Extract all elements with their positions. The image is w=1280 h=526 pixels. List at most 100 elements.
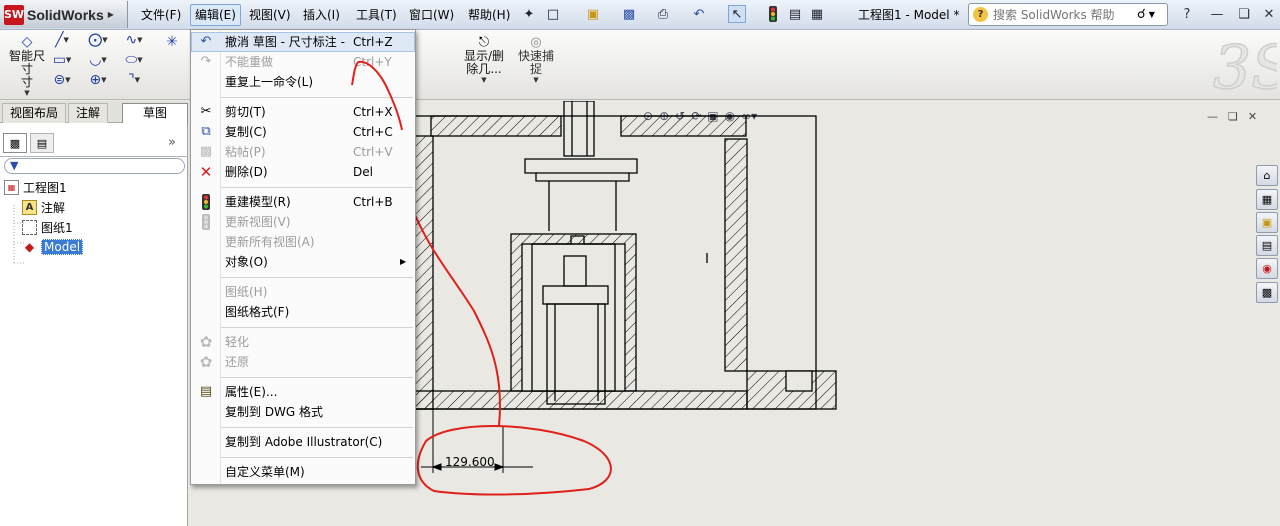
update-view-icon	[198, 214, 214, 230]
minimize-icon[interactable]: —	[1205, 4, 1229, 24]
tab-sketch[interactable]: 草图	[122, 103, 188, 123]
design-library-icon[interactable]: ▦	[1256, 189, 1278, 210]
svg-text:3S: 3S	[1213, 34, 1277, 96]
menu-item-copy-illustrator[interactable]: 复制到 Adobe Illustrator(C)	[191, 432, 415, 452]
view-palette-icon[interactable]: ▤	[1256, 235, 1278, 256]
menu-tools[interactable]: 工具(T)	[352, 4, 401, 26]
menu-item-object[interactable]: 对象(O) ▶	[191, 252, 415, 272]
menu-item-cut[interactable]: ✂ 剪切(T) Ctrl+X	[191, 102, 415, 122]
copy-icon: ⧉	[201, 124, 211, 139]
drawing-icon: ▦	[4, 179, 19, 195]
tree-item-model[interactable]: ◆ Model	[4, 238, 184, 256]
tree-label-annotations: 注解	[41, 200, 66, 215]
quick-snaps-button[interactable]: ◎ 快速捕 捉 ▼	[516, 35, 556, 84]
menu-insert[interactable]: 插入(I)	[299, 4, 344, 26]
menu-file[interactable]: 文件(F)	[137, 4, 185, 26]
menu-item-update-all-views[interactable]: 更新所有视图(A)	[191, 232, 415, 252]
property-manager-tab-icon[interactable]: ▤	[30, 133, 54, 153]
new-document-icon[interactable]: □	[544, 5, 562, 23]
menu-item-redo[interactable]: ↷ 不能重做 Ctrl+Y	[191, 52, 415, 72]
menu-view[interactable]: 视图(V)	[245, 4, 295, 26]
line-icon[interactable]: ╱ ▼	[52, 32, 72, 48]
menu-item-delete[interactable]: ✕ 删除(D) Del	[191, 162, 415, 182]
smart-dimension-button[interactable]: ◇ 智能尺寸 寸 ▼	[8, 34, 46, 97]
undo-shortcut: Ctrl+Z	[353, 35, 393, 49]
menu-item-sheet-format[interactable]: 图纸格式(F)	[191, 302, 415, 322]
point-icon[interactable]: ✳	[162, 34, 182, 50]
smart-dimension-label: 智能尺寸	[8, 49, 45, 76]
properties-icon: ▤	[199, 384, 213, 399]
help-search-box[interactable]: ? ☌ ▼	[968, 3, 1168, 26]
open-folder-icon[interactable]: ▣	[584, 5, 602, 23]
rebuild-traffic-light-icon[interactable]	[764, 5, 782, 23]
tab-annotation[interactable]: 注解	[68, 103, 109, 123]
tree-item-drawing[interactable]: ▦ 工程图1	[4, 178, 184, 196]
command-tabs: 视图布局 注解 草图	[0, 101, 188, 123]
close-icon[interactable]: ✕	[1257, 4, 1280, 24]
menu-help[interactable]: 帮助(H)	[464, 4, 514, 26]
menu-item-copy[interactable]: ⧉ 复制(C) Ctrl+C	[191, 122, 415, 142]
fillet-icon[interactable]: ⌝ ▼	[124, 72, 144, 88]
undo-toolbar-icon[interactable]: ↶	[690, 5, 708, 23]
menu-item-sheet[interactable]: 图纸(H)	[191, 282, 415, 302]
slot-icon[interactable]: ⊜ ▼	[52, 72, 72, 88]
polygon-icon[interactable]: ⊕ ▼	[88, 72, 108, 88]
show-hide-relations-button[interactable]: ⎋ 显示/删 除几... ▼	[460, 35, 508, 84]
pin-icon[interactable]: ✦	[520, 5, 538, 23]
custom-properties-icon[interactable]: ▩	[1256, 282, 1278, 303]
menu-edit[interactable]: 编辑(E)	[190, 4, 241, 26]
rebuild-shortcut: Ctrl+B	[353, 195, 393, 209]
feature-tree-tab-icon[interactable]: ▩	[3, 133, 27, 153]
paste-icon: ▩	[199, 144, 213, 159]
select-pointer-icon[interactable]: ↖	[728, 5, 746, 23]
search-icon[interactable]: ☌	[1137, 7, 1146, 22]
rectangle-icon[interactable]: ▭ ▼	[52, 52, 72, 68]
paste-label: 粘帖(P)	[225, 145, 266, 159]
menu-window[interactable]: 窗口(W)	[405, 4, 458, 26]
file-explorer-icon[interactable]: ▣	[1256, 212, 1278, 233]
help-menu-icon[interactable]: ?	[1175, 4, 1199, 24]
menu-item-rebuild[interactable]: 重建模型(R) Ctrl+B	[191, 192, 415, 212]
undo-label: 撤消 草图 - 尺寸标注 -	[225, 35, 345, 49]
file-properties-icon[interactable]: ▤	[786, 5, 804, 23]
ellipse-icon[interactable]: ⬭ ▼	[124, 52, 144, 68]
menu-item-customize-menu[interactable]: 自定义菜单(M)	[191, 462, 415, 482]
options-icon[interactable]: ▦	[808, 5, 826, 23]
tree-item-annotations[interactable]: A 注解	[4, 198, 184, 216]
menu-item-resolve[interactable]: ✿ 还原	[191, 352, 415, 372]
delete-icon: ✕	[199, 163, 213, 181]
solidworks-resources-icon[interactable]: ⌂	[1256, 165, 1278, 186]
tree-filter-box[interactable]: ▼	[4, 158, 185, 174]
menu-item-undo[interactable]: ↶ 撤消 草图 - 尺寸标注 - Ctrl+Z	[191, 32, 415, 52]
undo-icon: ↶	[200, 34, 212, 49]
arc-icon[interactable]: ◡ ▼	[88, 52, 108, 68]
tree-label-sheet: 图纸1	[41, 220, 73, 235]
feature-manager-panel: ▩ ▤ » ▼ ▦ 工程图1 A 注解 图纸1 ◆ Model	[0, 123, 188, 526]
menu-item-update-view[interactable]: 更新视图(V)	[191, 212, 415, 232]
menu-item-repeat-last[interactable]: 重复上一命令(L)	[191, 72, 415, 92]
menu-item-properties[interactable]: ▤ 属性(E)...	[191, 382, 415, 402]
spline-icon[interactable]: ∿ ▼	[124, 32, 144, 48]
lightweight-icon: ✿	[199, 333, 213, 351]
tree-item-sheet[interactable]: 图纸1	[4, 218, 184, 236]
circle-icon[interactable]: ⨀ ▼	[88, 32, 108, 48]
tab-view-layout[interactable]: 视图布局	[2, 103, 67, 123]
viewport-close-icon[interactable]: ✕	[1248, 110, 1257, 123]
menu-item-lightweight[interactable]: ✿ 轻化	[191, 332, 415, 352]
sheet-label: 图纸(H)	[225, 285, 268, 299]
print-icon[interactable]: ⎙	[654, 5, 672, 23]
resolve-label: 还原	[225, 355, 250, 369]
solidworks-logo[interactable]: SW SolidWorks ▶	[0, 1, 128, 28]
help-search-input[interactable]	[993, 7, 1133, 22]
update-view-label: 更新视图(V)	[225, 215, 291, 229]
smart-dimension-icon: ◇	[21, 34, 33, 50]
expand-panel-icon[interactable]: »	[168, 135, 176, 150]
save-icon[interactable]: ▩	[620, 5, 638, 23]
help-question-icon: ?	[973, 7, 988, 22]
dimension-text[interactable]: 129.600	[445, 455, 495, 469]
menu-item-paste[interactable]: ▩ 粘帖(P) Ctrl+V	[191, 142, 415, 162]
restore-icon[interactable]: ❏	[1232, 4, 1256, 24]
menu-item-copy-dwg[interactable]: 复制到 DWG 格式	[191, 402, 415, 422]
appearances-icon[interactable]: ◉	[1256, 258, 1278, 279]
rebuild-label: 重建模型(R)	[225, 195, 291, 209]
